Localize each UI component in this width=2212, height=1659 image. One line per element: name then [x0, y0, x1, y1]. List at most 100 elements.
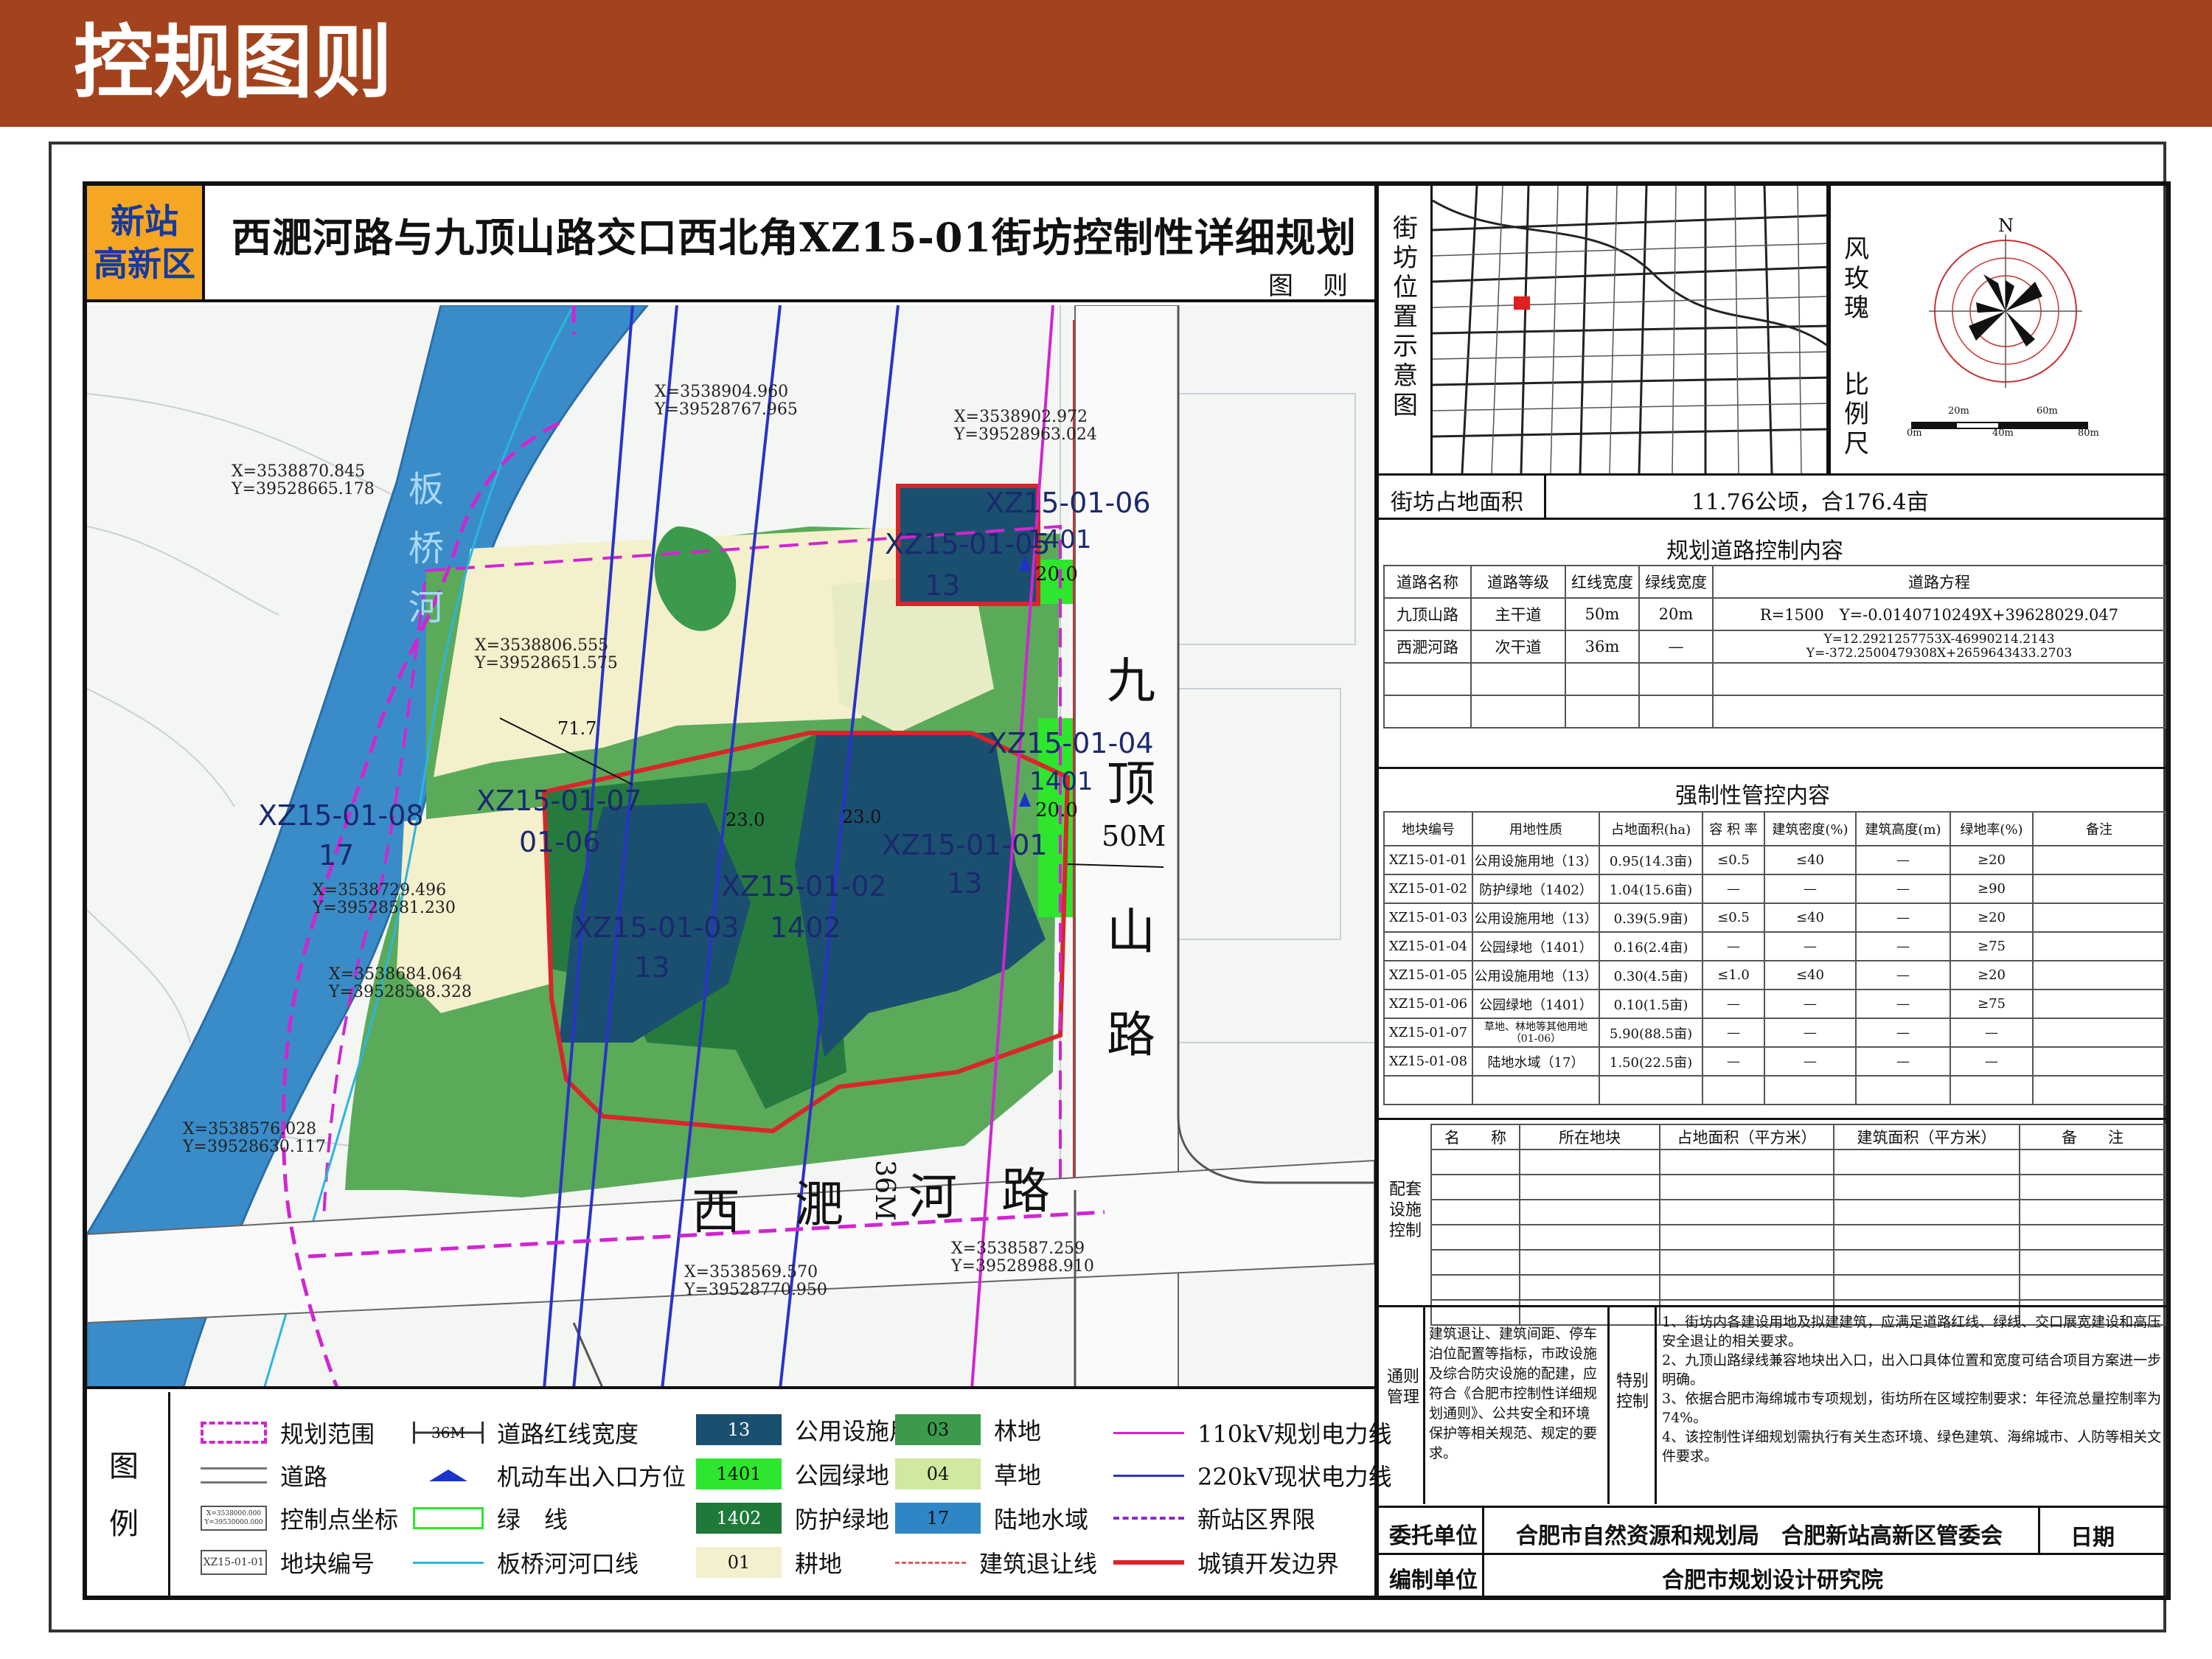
roads-table: 道路名称 道路等级 红线宽度 绿线宽度 道路方程 九顶山路 主干道 50m 20m R=…: [1383, 565, 2166, 728]
zone-05-code: XZ15-01-05: [885, 528, 1051, 560]
legend-title: 图例: [109, 1450, 139, 1541]
mandatory-row: XZ15-01-01 公用设施用地（13） 0.95(14.3亩) ≤0.5 ≤40— ≥…: [1383, 845, 2166, 875]
location-map-lines: [1433, 186, 1826, 473]
legend-17: 17 陆地水域: [895, 1501, 1088, 1535]
zone-03-use: 13: [634, 951, 670, 984]
river-name: 板 桥 河: [408, 469, 444, 628]
mandatory-row: XZ15-01-08 陆地水域（17） 1.50(22.5亩) — — — —: [1383, 1046, 2166, 1077]
roads-row: 西淝河路 次干道 36m — Y=12.2921257753X-46990214.214…: [1383, 630, 2166, 664]
legend-01: 01 耕地: [696, 1545, 842, 1579]
zone-07-use: 01-06: [519, 826, 601, 858]
page-title: 控规图则: [74, 17, 393, 109]
general-label: 通则 管理: [1386, 1368, 1419, 1407]
legend-03: 03 林地: [895, 1413, 1041, 1447]
header-bar: 控规图则: [0, 0, 2212, 127]
location-label: 街坊位置示意图: [1393, 214, 1418, 420]
plan-map: XZ15-01-06 1401 XZ15-01-05 13 XZ15-01-04…: [87, 305, 1374, 1389]
special-item: 3、依据合肥市海绵城市专项规划，街坊所在区域控制要求：年径流总量控制率为74%。: [1662, 1391, 2162, 1426]
road-south-name-3: 河: [908, 1169, 957, 1225]
roads-header-row: 道路名称 道路等级 红线宽度 绿线宽度 道路方程: [1383, 565, 2166, 599]
legend-setback: 建筑退让线: [895, 1545, 1097, 1579]
legend-plan-range: 规划范围: [201, 1416, 375, 1450]
road-east-width: 50M: [1102, 820, 1166, 852]
district-badge: 新站 高新区: [87, 186, 205, 299]
coord-1: X=3538904.960 Y=39528767.965: [655, 383, 798, 419]
coord-7: X=3538576.028 Y=39528630.117: [183, 1120, 326, 1156]
legend-road: 道路: [201, 1458, 327, 1492]
windrose-label: 风玫瑰: [1844, 234, 1869, 323]
location-marker: [1514, 296, 1530, 310]
entrance-arrow-icon: [429, 1470, 467, 1481]
legend-220kv: 220kV现状电力线: [1113, 1458, 1392, 1492]
roads-title: 规划道路控制内容: [1666, 538, 1843, 564]
windrose: N: [1924, 215, 2087, 392]
zone-07-code: XZ15-01-07: [476, 785, 642, 817]
zone-08-use: 17: [319, 839, 355, 872]
dim-23-a: 23.0: [726, 810, 765, 830]
scale-tick-0: 0m: [1907, 428, 1922, 439]
dim-20-east: 20.0: [1035, 799, 1078, 821]
dim-20-north: 20.0: [1035, 563, 1078, 585]
mandatory-row: XZ15-01-06 公园绿地（1401） 0.10(1.5亩) — — — ≥75: [1383, 989, 2166, 1019]
badge-line1: 新站: [111, 201, 178, 241]
legend-coord: X=3538000.000 Y=39530000.000 控制点坐标: [201, 1501, 398, 1535]
compiler-label: 编制单位: [1389, 1568, 1478, 1593]
mandatory-row: XZ15-01-07 草地、林地等其他用地（01-06） 5.90(88.5亩) — —…: [1383, 1018, 2166, 1048]
coord-8: X=3538569.570 Y=39528770.950: [684, 1263, 827, 1299]
zone-03-code: XZ15-01-03: [574, 911, 740, 944]
scale-tick-20: 20m: [1948, 406, 1969, 417]
client-label: 委托单位: [1389, 1523, 1478, 1549]
road-south-name-4: 路: [1001, 1163, 1050, 1220]
mandatory-header-row: 地块编号 用地性质 占地面积(ha) 容 积 率 建筑密度(%) 建筑高度(m)…: [1383, 811, 2166, 846]
zone-05-use: 13: [925, 569, 961, 602]
legend-1401: 1401 公园绿地: [696, 1457, 889, 1491]
legend-width: 36M 道路红线宽度: [413, 1416, 639, 1450]
vertical-divider: [1374, 181, 1379, 1600]
scale-tick-80: 80m: [2078, 428, 2099, 439]
zone-08-code: XZ15-01-08: [258, 799, 424, 832]
plan-subtitle: 图则: [1268, 271, 1377, 301]
badge-line2: 高新区: [94, 244, 195, 284]
mandatory-row: XZ15-01-04 公园绿地（1401） 0.16(2.4亩) — — — ≥75: [1383, 931, 2166, 961]
compiler-value: 合肥市规划设计研究院: [1662, 1568, 1883, 1593]
facilities-label: 配套 设施 控制: [1388, 1180, 1422, 1240]
zone-04-use: 1401: [1029, 767, 1093, 796]
plan-title: 西淝河路与九顶山路交口西北角XZ15-01街坊控制性详细规划: [232, 214, 1357, 261]
special-item: 1、街坊内各建设用地及拟建建筑，应满足道路红线、绿线、交口展宽建设和高压安全退让…: [1662, 1314, 2162, 1349]
legend-entrance: 机动车出入口方位: [413, 1458, 686, 1492]
dim-71-7: 71.7: [557, 718, 597, 739]
mandatory-row: XZ15-01-02 防护绿地（1402） 1.04(15.6亩) — — — ≥90: [1383, 874, 2166, 904]
road-south-name-2: 淝: [795, 1176, 844, 1233]
legend-04: 04 草地: [895, 1457, 1041, 1491]
special-label: 特别 控制: [1615, 1372, 1649, 1411]
facilities-table: 名 称 所在地块 占地面积（平方米） 建筑面积（平方米） 备 注: [1430, 1124, 2166, 1326]
road-east-name: 九 顶 山 路: [1107, 653, 1155, 1063]
dim-23-b: 23.0: [842, 807, 882, 827]
coord-5: X=3538729.496 Y=39528581.230: [313, 881, 456, 917]
zone-02-use: 1402: [770, 911, 841, 944]
mandatory-title: 强制性管控内容: [1675, 783, 1830, 809]
special-item: 2、九顶山路绿线兼容地块出入口，出入口具体位置和宽度可结合项目方案进一步明确。: [1662, 1352, 2162, 1388]
zone-01-use: 13: [947, 867, 983, 900]
legend-riverline: 板桥河河口线: [413, 1545, 639, 1579]
legend-district: 新站区界限: [1113, 1501, 1315, 1535]
coord-3: X=3538870.845 Y=39528665.178: [232, 462, 375, 498]
north-label: N: [1998, 215, 2014, 236]
legend-110kv: 110kV规划电力线: [1113, 1416, 1392, 1450]
client-value: 合肥市自然资源和规划局 合肥新站高新区管委会: [1516, 1523, 2003, 1549]
general-text: 建筑退让、建筑间距、停车泊位配置等指标，市政设施及综合防灾设施的配建，应符合《合…: [1429, 1326, 1598, 1461]
windrose-icon: [1929, 234, 2082, 388]
scale-tick-60: 60m: [2037, 406, 2058, 417]
area-label: 街坊占地面积: [1391, 490, 1523, 515]
special-list: 1、街坊内各建设用地及拟建建筑，应满足道路红线、绿线、交口展宽建设和高压安全退让…: [1662, 1312, 2163, 1466]
coord-4: X=3538806.555 Y=39528651.575: [475, 636, 618, 672]
legend-devline: 城镇开发边界: [1113, 1545, 1339, 1579]
coord-6: X=3538684.064 Y=39528588.328: [329, 965, 472, 1001]
zone-06-code: XZ15-01-06: [985, 487, 1151, 519]
facilities-header-row: 名 称 所在地块 占地面积（平方米） 建筑面积（平方米） 备 注: [1430, 1124, 2166, 1150]
mandatory-row: XZ15-01-05 公用设施用地（13） 0.30(4.5亩) ≤1.0 ≤40— ≥2…: [1383, 960, 2166, 990]
date-label: 日期: [2070, 1525, 2115, 1551]
mandatory-table: 地块编号 用地性质 占地面积(ha) 容 积 率 建筑密度(%) 建筑高度(m)…: [1383, 811, 2166, 1105]
special-item: 4、该控制性详细规划需执行有关生态环境、绿色建筑、海绵城市、人防等相关文件要求。: [1662, 1429, 2162, 1464]
coord-9: X=3538587.259 Y=39528988.910: [951, 1239, 1094, 1276]
